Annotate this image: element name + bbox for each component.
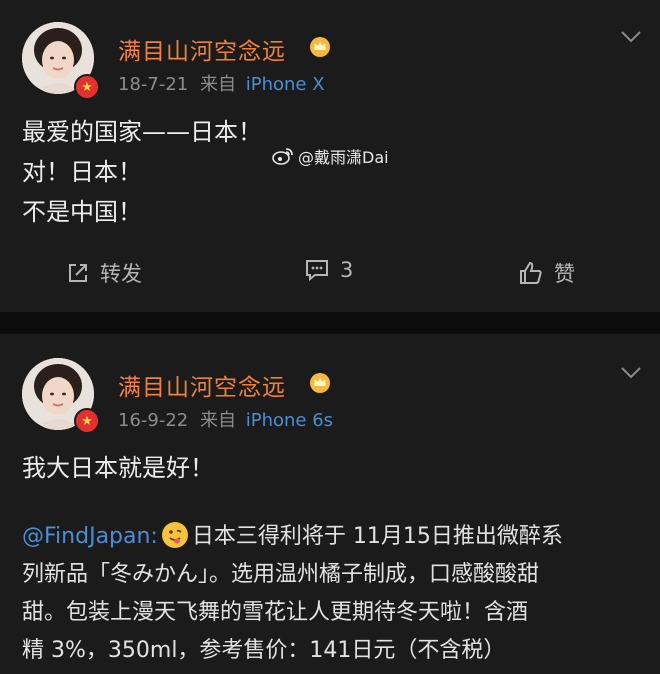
weibo-post: ★ 满目山河空念远 18-7-21 来自 iPhone X 最爱的国家——日本！… xyxy=(0,0,660,312)
post-text-line: 不是中国！ xyxy=(22,198,142,226)
shared-line: 甜。包装上漫天飞舞的雪花让人更期待冬天啦！含酒 xyxy=(22,600,529,625)
post-actions: 转发 3 赞 xyxy=(0,258,660,298)
post-date: 18-7-21 xyxy=(118,74,189,95)
comment-icon xyxy=(306,260,328,282)
watermark-text: @戴雨潇Dai xyxy=(298,148,389,167)
shared-content: @FindJapan: 日本三得利将于 11月15日推出微醉系 列新品「冬みかん」… xyxy=(22,518,646,670)
vip-crown-icon xyxy=(310,37,330,57)
source-prefix: 来自 xyxy=(200,410,236,431)
device-link[interactable]: iPhone X xyxy=(246,74,325,95)
shared-line: 列新品「冬みかん」。选用温州橘子制成，口感酸酸甜 xyxy=(22,562,540,587)
post-meta: 16-9-22 来自 iPhone 6s xyxy=(118,406,333,432)
comment-button[interactable]: 3 xyxy=(304,258,353,282)
repost-button[interactable]: 转发 xyxy=(66,258,142,288)
shared-text: 日本三得利将于 11月15日推出微醉系 xyxy=(191,524,563,549)
post-date: 16-9-22 xyxy=(118,410,189,431)
post-text: 我大日本就是好！ xyxy=(22,448,640,488)
post-text: 最爱的国家——日本！ 对！日本！ 不是中国！ xyxy=(22,112,640,232)
like-label: 赞 xyxy=(554,262,575,286)
username[interactable]: 满目山河空念远 xyxy=(118,368,286,402)
tongue-emoji-icon xyxy=(161,522,188,548)
shared-line: @FindJapan: 日本三得利将于 11月15日推出微醉系 xyxy=(22,518,646,556)
weibo-logo-icon xyxy=(272,148,293,165)
mention-link[interactable]: @FindJapan: xyxy=(22,524,158,549)
vip-crown-icon xyxy=(310,373,330,393)
source-prefix: 来自 xyxy=(200,74,236,95)
chevron-down-icon[interactable] xyxy=(620,366,642,380)
post-text-line: 我大日本就是好！ xyxy=(22,454,214,482)
post-meta: 18-7-21 来自 iPhone X xyxy=(118,70,325,96)
shared-line: 精 3%，350ml，参考售价：141日元（不含税） xyxy=(22,638,506,663)
repost-icon xyxy=(69,264,87,282)
username[interactable]: 满目山河空念远 xyxy=(118,32,286,66)
verified-badge-icon: ★ xyxy=(74,408,100,434)
thumbs-up-icon xyxy=(520,261,542,284)
comment-count: 3 xyxy=(340,258,354,282)
verified-badge-icon: ★ xyxy=(74,74,100,100)
device-link[interactable]: iPhone 6s xyxy=(246,410,333,431)
repost-label: 转发 xyxy=(100,262,142,286)
watermark: @戴雨潇Dai xyxy=(272,144,389,168)
like-button[interactable]: 赞 xyxy=(518,258,575,288)
chevron-down-icon[interactable] xyxy=(620,30,642,44)
